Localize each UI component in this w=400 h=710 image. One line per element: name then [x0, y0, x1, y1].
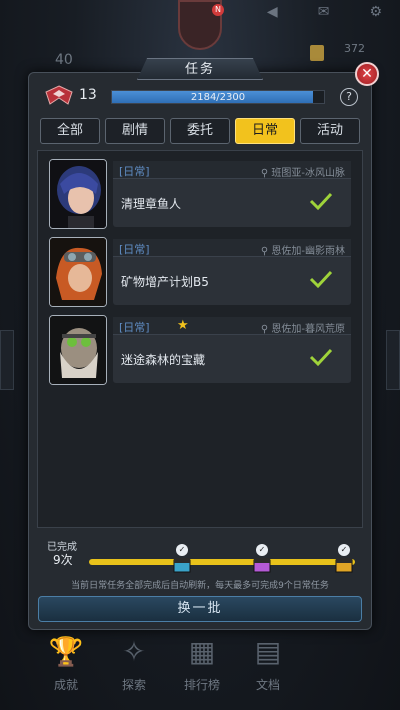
- right-side-tab[interactable]: [386, 330, 400, 390]
- reward-chest-2[interactable]: ✓: [251, 544, 273, 573]
- quest-portrait: [49, 159, 107, 229]
- xp-bar: 2184/2300: [111, 90, 325, 104]
- help-button[interactable]: ?: [340, 88, 358, 106]
- quest-category: [日常]: [119, 165, 150, 178]
- close-button[interactable]: ✕: [355, 62, 379, 86]
- quest-name: 清理章鱼人: [121, 197, 182, 211]
- xp-text: 2184/2300: [190, 92, 246, 103]
- top-icons: ◀ ✉ ⚙: [267, 4, 382, 20]
- quest-portrait: [49, 237, 107, 307]
- chest-icon: [335, 558, 353, 573]
- coin-icon: [310, 45, 324, 61]
- quest-card: [日常] ⚲ 班图亚-冰风山脉 清理章鱼人: [113, 161, 351, 227]
- progress-track: [89, 559, 355, 565]
- player-avatar[interactable]: N: [178, 0, 224, 50]
- nav-label: 排行榜: [183, 678, 220, 692]
- reward-chest-3[interactable]: ✓: [333, 544, 355, 573]
- location-pin-icon: ⚲: [260, 324, 272, 335]
- location-pin-icon: ⚲: [260, 168, 272, 179]
- quest-card: [日常] ⚲ 恩佐加-幽影雨林 矿物增产计划B5: [113, 239, 351, 305]
- quest-item[interactable]: [日常] ⚲ 恩佐加-幽影雨林 矿物增产计划B5: [47, 237, 351, 309]
- refresh-hint: 当前日常任务全部完成后自动刷新，每天最多可完成9个日常任务: [71, 581, 329, 591]
- bg-count-left: 40: [55, 52, 73, 68]
- quest-name: 矿物增产计划B5: [121, 275, 209, 289]
- quest-location-text: 班图亚-冰风山脉: [271, 168, 345, 179]
- chest-icon: [173, 558, 191, 573]
- gear-icon[interactable]: ⚙: [369, 4, 382, 20]
- location-pin-icon: ⚲: [260, 246, 272, 257]
- chest-icon: [253, 558, 271, 573]
- claimed-check-icon: ✓: [176, 544, 188, 556]
- tab-story[interactable]: 剧情: [105, 118, 165, 144]
- rank-emblem-icon: [45, 85, 73, 105]
- check-icon: [309, 348, 333, 367]
- quest-header: [日常] ⚲ 恩佐加-幽影雨林: [113, 239, 351, 257]
- nav-achievements[interactable]: 🏆 成就: [36, 628, 96, 693]
- tab-daily[interactable]: 日常: [235, 118, 295, 144]
- quest-item[interactable]: [日常] ⚲ 班图亚-冰风山脉 清理章鱼人: [47, 159, 351, 231]
- rank-level: 13: [79, 87, 97, 103]
- check-icon: [309, 192, 333, 211]
- notification-badge: N: [212, 4, 224, 16]
- star-icon: ★: [177, 318, 189, 333]
- tab-commission[interactable]: 委托: [170, 118, 230, 144]
- quest-card: [日常] ★ ⚲ 恩佐加-暮风荒原 迷途森林的宝藏: [113, 317, 351, 383]
- nav-label: 成就: [53, 678, 78, 692]
- tab-all[interactable]: 全部: [40, 118, 100, 144]
- refresh-button[interactable]: 换一批: [38, 596, 362, 622]
- quest-header: [日常] ★ ⚲ 恩佐加-暮风荒原: [113, 317, 351, 335]
- document-icon: ▤: [254, 635, 282, 668]
- bg-count-right: 372: [344, 42, 365, 55]
- quest-category: [日常]: [119, 321, 150, 334]
- quest-location: ⚲ 恩佐加-幽影雨林: [261, 242, 345, 257]
- claimed-check-icon: ✓: [256, 544, 268, 556]
- completed-count: 9次: [53, 553, 73, 567]
- check-icon: [309, 270, 333, 289]
- quest-location-text: 恩佐加-暮风荒原: [271, 324, 345, 335]
- compass-icon: ✧: [122, 635, 146, 668]
- quest-category: [日常]: [119, 243, 150, 256]
- trophy-icon: 🏆: [48, 635, 84, 668]
- speaker-icon[interactable]: ◀: [267, 4, 278, 20]
- nav-label: 探索: [121, 678, 146, 692]
- quest-location-text: 恩佐加-幽影雨林: [271, 246, 345, 257]
- left-side-tab[interactable]: [0, 330, 14, 390]
- bottom-nav: 🏆 成就 ✧ 探索 ▦ 排行榜 ▤ 文档: [0, 628, 400, 710]
- quest-header: [日常] ⚲ 班图亚-冰风山脉: [113, 161, 351, 179]
- panel-title: 任务: [137, 58, 263, 80]
- claimed-check-icon: ✓: [338, 544, 350, 556]
- quest-portrait: [49, 315, 107, 385]
- quest-location: ⚲ 恩佐加-暮风荒原: [261, 320, 345, 335]
- leaderboard-icon: ▦: [188, 635, 216, 668]
- nav-documents[interactable]: ▤ 文档: [238, 628, 298, 693]
- quest-name: 迷途森林的宝藏: [121, 353, 206, 367]
- quest-item[interactable]: [日常] ★ ⚲ 恩佐加-暮风荒原 迷途森林的宝藏: [47, 315, 351, 387]
- nav-leaderboard[interactable]: ▦ 排行榜: [172, 628, 232, 693]
- tab-bar: 全部 剧情 委托 日常 活动: [40, 118, 360, 144]
- reward-chest-1[interactable]: ✓: [171, 544, 193, 573]
- nav-label: 文档: [255, 678, 280, 692]
- quest-list: [日常] ⚲ 班图亚-冰风山脉 清理章鱼人 [日常] ⚲ 恩佐加-幽影雨林 矿物…: [37, 150, 363, 528]
- rank-row: 13 2184/2300 ?: [42, 84, 360, 108]
- mail-icon[interactable]: ✉: [318, 4, 330, 20]
- tab-event[interactable]: 活动: [300, 118, 360, 144]
- nav-explore[interactable]: ✧ 探索: [104, 628, 164, 693]
- daily-progress: 已完成 9次 ✓ ✓ ✓: [37, 532, 363, 578]
- quest-location: ⚲ 班图亚-冰风山脉: [261, 164, 345, 179]
